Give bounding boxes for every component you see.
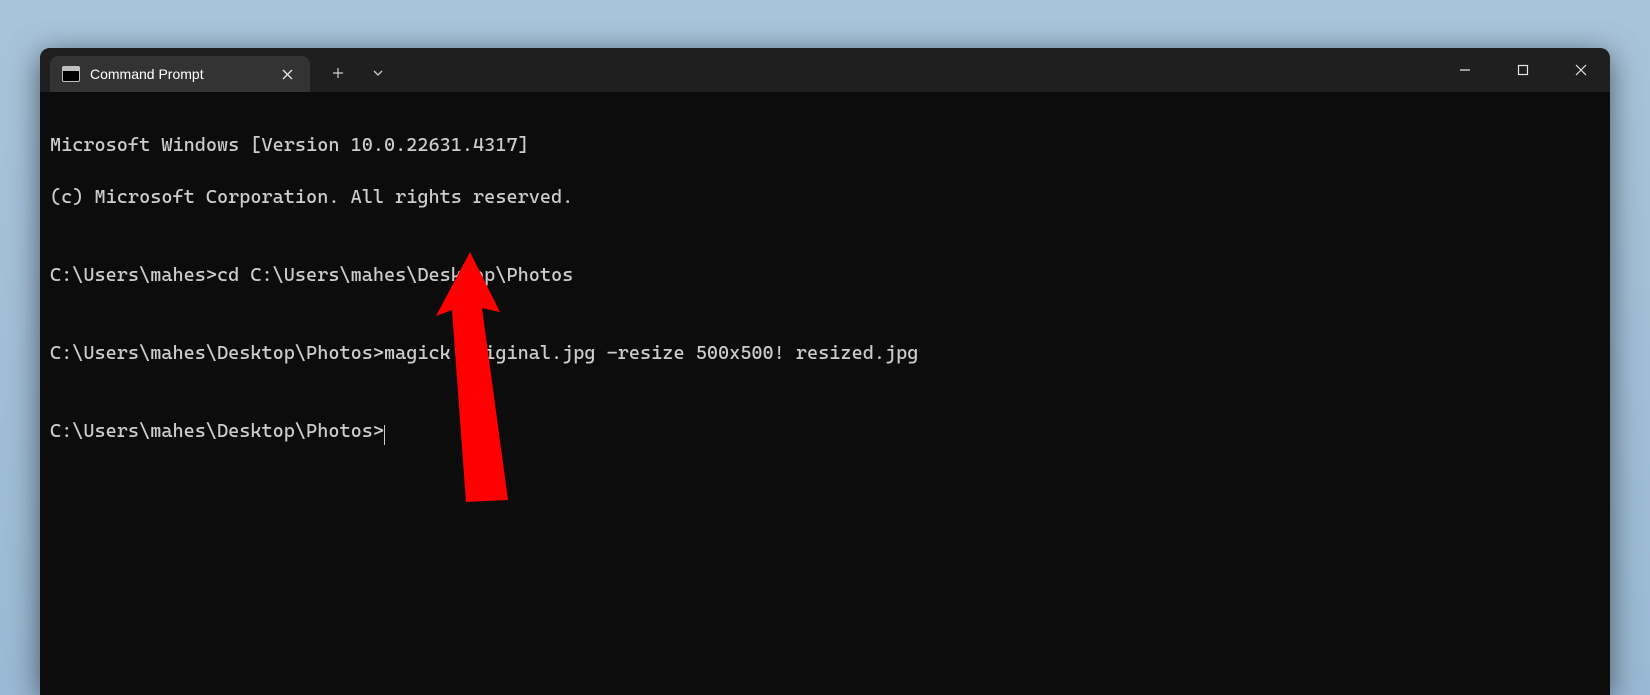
chevron-down-icon [372, 67, 384, 79]
command-prompt-icon [62, 66, 80, 82]
window-controls [1436, 48, 1610, 92]
plus-icon [332, 67, 344, 79]
titlebar[interactable]: Command Prompt [40, 48, 1610, 92]
current-prompt: C:\Users\mahes\Desktop\Photos> [50, 420, 384, 442]
terminal-window: Command Prompt [40, 48, 1610, 695]
output-line: Microsoft Windows [Version 10.0.22631.43… [50, 132, 1600, 158]
tab-command-prompt[interactable]: Command Prompt [50, 56, 310, 92]
maximize-icon [1517, 64, 1529, 76]
output-line: (c) Microsoft Corporation. All rights re… [50, 184, 1600, 210]
maximize-button[interactable] [1494, 48, 1552, 92]
output-line: C:\Users\mahes\Desktop\Photos>magick ori… [50, 340, 1600, 366]
close-icon [1575, 64, 1587, 76]
close-icon [282, 69, 293, 80]
tab-strip: Command Prompt [40, 48, 310, 92]
tab-title: Command Prompt [90, 66, 264, 82]
annotation-arrow [400, 252, 540, 512]
tab-dropdown-button[interactable] [358, 57, 398, 89]
output-line: C:\Users\mahes>cd C:\Users\mahes\Desktop… [50, 262, 1600, 288]
prompt-line: C:\Users\mahes\Desktop\Photos> [50, 418, 1600, 444]
minimize-button[interactable] [1436, 48, 1494, 92]
close-window-button[interactable] [1552, 48, 1610, 92]
cursor [384, 421, 385, 441]
tab-actions [310, 48, 398, 92]
minimize-icon [1459, 64, 1471, 76]
titlebar-drag-area[interactable] [398, 48, 1436, 92]
close-tab-button[interactable] [274, 61, 300, 87]
terminal-output[interactable]: Microsoft Windows [Version 10.0.22631.43… [40, 92, 1610, 695]
new-tab-button[interactable] [318, 57, 358, 89]
